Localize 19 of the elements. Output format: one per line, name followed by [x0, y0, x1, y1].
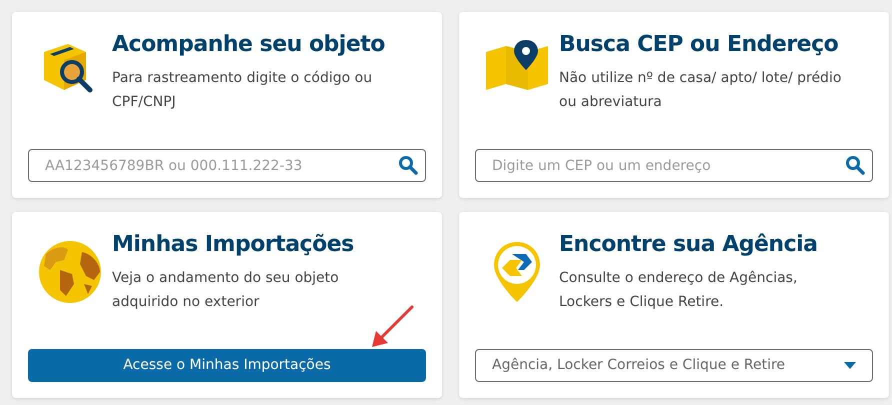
search-field[interactable]: Digite um CEP ou um endereço	[475, 149, 873, 182]
location-pin-icon	[492, 240, 542, 304]
card-title: Busca CEP ou Endereço	[559, 31, 840, 59]
card-description: Para rastreamento digite o código ou CPF/CNPJ	[112, 69, 374, 112]
card-title: Acompanhe seu objeto	[112, 31, 386, 59]
card-title: Minhas Importações	[112, 231, 355, 259]
import-button[interactable]: Acesse o Minhas Importações	[28, 349, 426, 382]
agency-select[interactable]: Agência, Locker Correios e Clique e Retire	[475, 349, 873, 382]
card-description: Não utilize nº de casa/ apto/ lote/ prédio ou abreviatura	[559, 69, 842, 112]
card-description: Veja o andamento do seu objeto adquirido no exterior	[112, 269, 340, 312]
search-icon[interactable]	[398, 155, 418, 175]
card-title: Encontre sua Agência	[559, 231, 819, 259]
search-field[interactable]: AA123456789BR ou 000.111.222-33	[28, 149, 426, 182]
search-icon[interactable]	[845, 155, 865, 175]
annotation-arrow	[370, 303, 416, 349]
globe-icon	[38, 240, 102, 304]
card-description: Consulte o endereço de Agências, Lockers e Clique Retire.	[559, 269, 798, 312]
map-pin-icon	[484, 40, 550, 92]
dropdown-caret-icon[interactable]	[844, 362, 856, 369]
